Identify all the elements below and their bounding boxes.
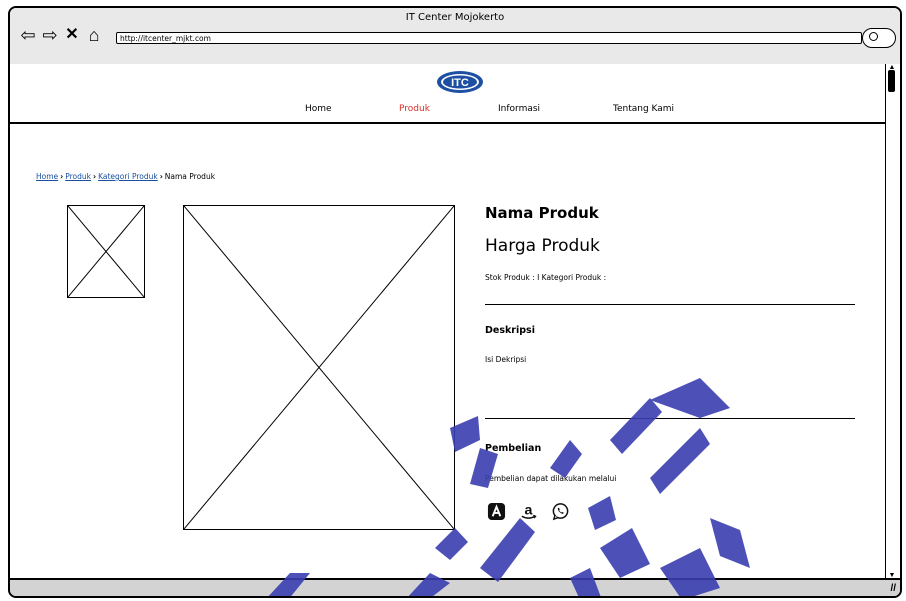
purchase-heading: Pembelian	[485, 443, 542, 454]
description-heading: Deskripsi	[485, 325, 535, 336]
back-icon[interactable]: ⇦	[18, 25, 38, 45]
site-logo[interactable]: ITC	[435, 69, 485, 95]
chevron-right-icon: ›	[159, 172, 163, 181]
breadcrumb-kategori[interactable]: Kategori Produk	[98, 172, 158, 181]
nav-produk[interactable]: Produk	[399, 104, 430, 114]
divider	[485, 304, 855, 305]
purchase-text: Pembelian dapat dilakukan melalui	[485, 474, 617, 483]
product-thumbnail[interactable]	[67, 205, 145, 298]
chevron-right-icon: ›	[60, 172, 64, 181]
resize-grip-icon[interactable]: //	[890, 583, 896, 594]
status-bar: //	[10, 578, 900, 596]
product-main-image	[183, 205, 455, 530]
scroll-thumb[interactable]	[888, 70, 895, 92]
forward-icon[interactable]: ⇨	[40, 25, 60, 45]
browser-titlebar: IT Center Mojokerto ⇦ ⇨ ✕ ⌂ http://itcen…	[10, 8, 900, 66]
search-icon	[869, 32, 878, 41]
product-name: Nama Produk	[485, 204, 599, 222]
description-text: Isi Dekripsi	[485, 355, 527, 364]
home-icon[interactable]: ⌂	[84, 25, 104, 45]
whatsapp-icon[interactable]	[551, 502, 570, 521]
nav-home[interactable]: Home	[305, 104, 332, 114]
svg-text:ITC: ITC	[451, 77, 469, 89]
site-header: ITC Home Produk Informasi Tentang Kami	[10, 64, 888, 124]
stop-icon[interactable]: ✕	[62, 25, 82, 45]
nav-informasi[interactable]: Informasi	[498, 104, 540, 114]
svg-text:a: a	[525, 502, 534, 518]
nav-tentang-kami[interactable]: Tentang Kami	[613, 104, 674, 114]
url-input[interactable]: http://itcenter_mjkt.com	[116, 32, 862, 44]
divider	[485, 418, 855, 419]
product-meta: Stok Produk : I Kategori Produk :	[485, 273, 607, 282]
breadcrumb: Home › Produk › Kategori Produk › Nama Produk	[36, 172, 215, 181]
window-title: IT Center Mojokerto	[405, 12, 505, 23]
amazon-icon[interactable]: a	[519, 502, 538, 521]
breadcrumb-current: Nama Produk	[164, 172, 216, 181]
browser-window: IT Center Mojokerto ⇦ ⇨ ✕ ⌂ http://itcen…	[8, 6, 902, 598]
chevron-right-icon: ›	[93, 172, 97, 181]
product-price: Harga Produk	[485, 236, 600, 256]
breadcrumb-produk[interactable]: Produk	[65, 172, 91, 181]
search-button[interactable]	[862, 28, 896, 48]
shop-links: a	[487, 502, 570, 521]
breadcrumb-home[interactable]: Home	[36, 172, 58, 181]
a-store-icon[interactable]	[487, 502, 506, 521]
vertical-scrollbar[interactable]: ▲ ▼	[885, 64, 900, 582]
